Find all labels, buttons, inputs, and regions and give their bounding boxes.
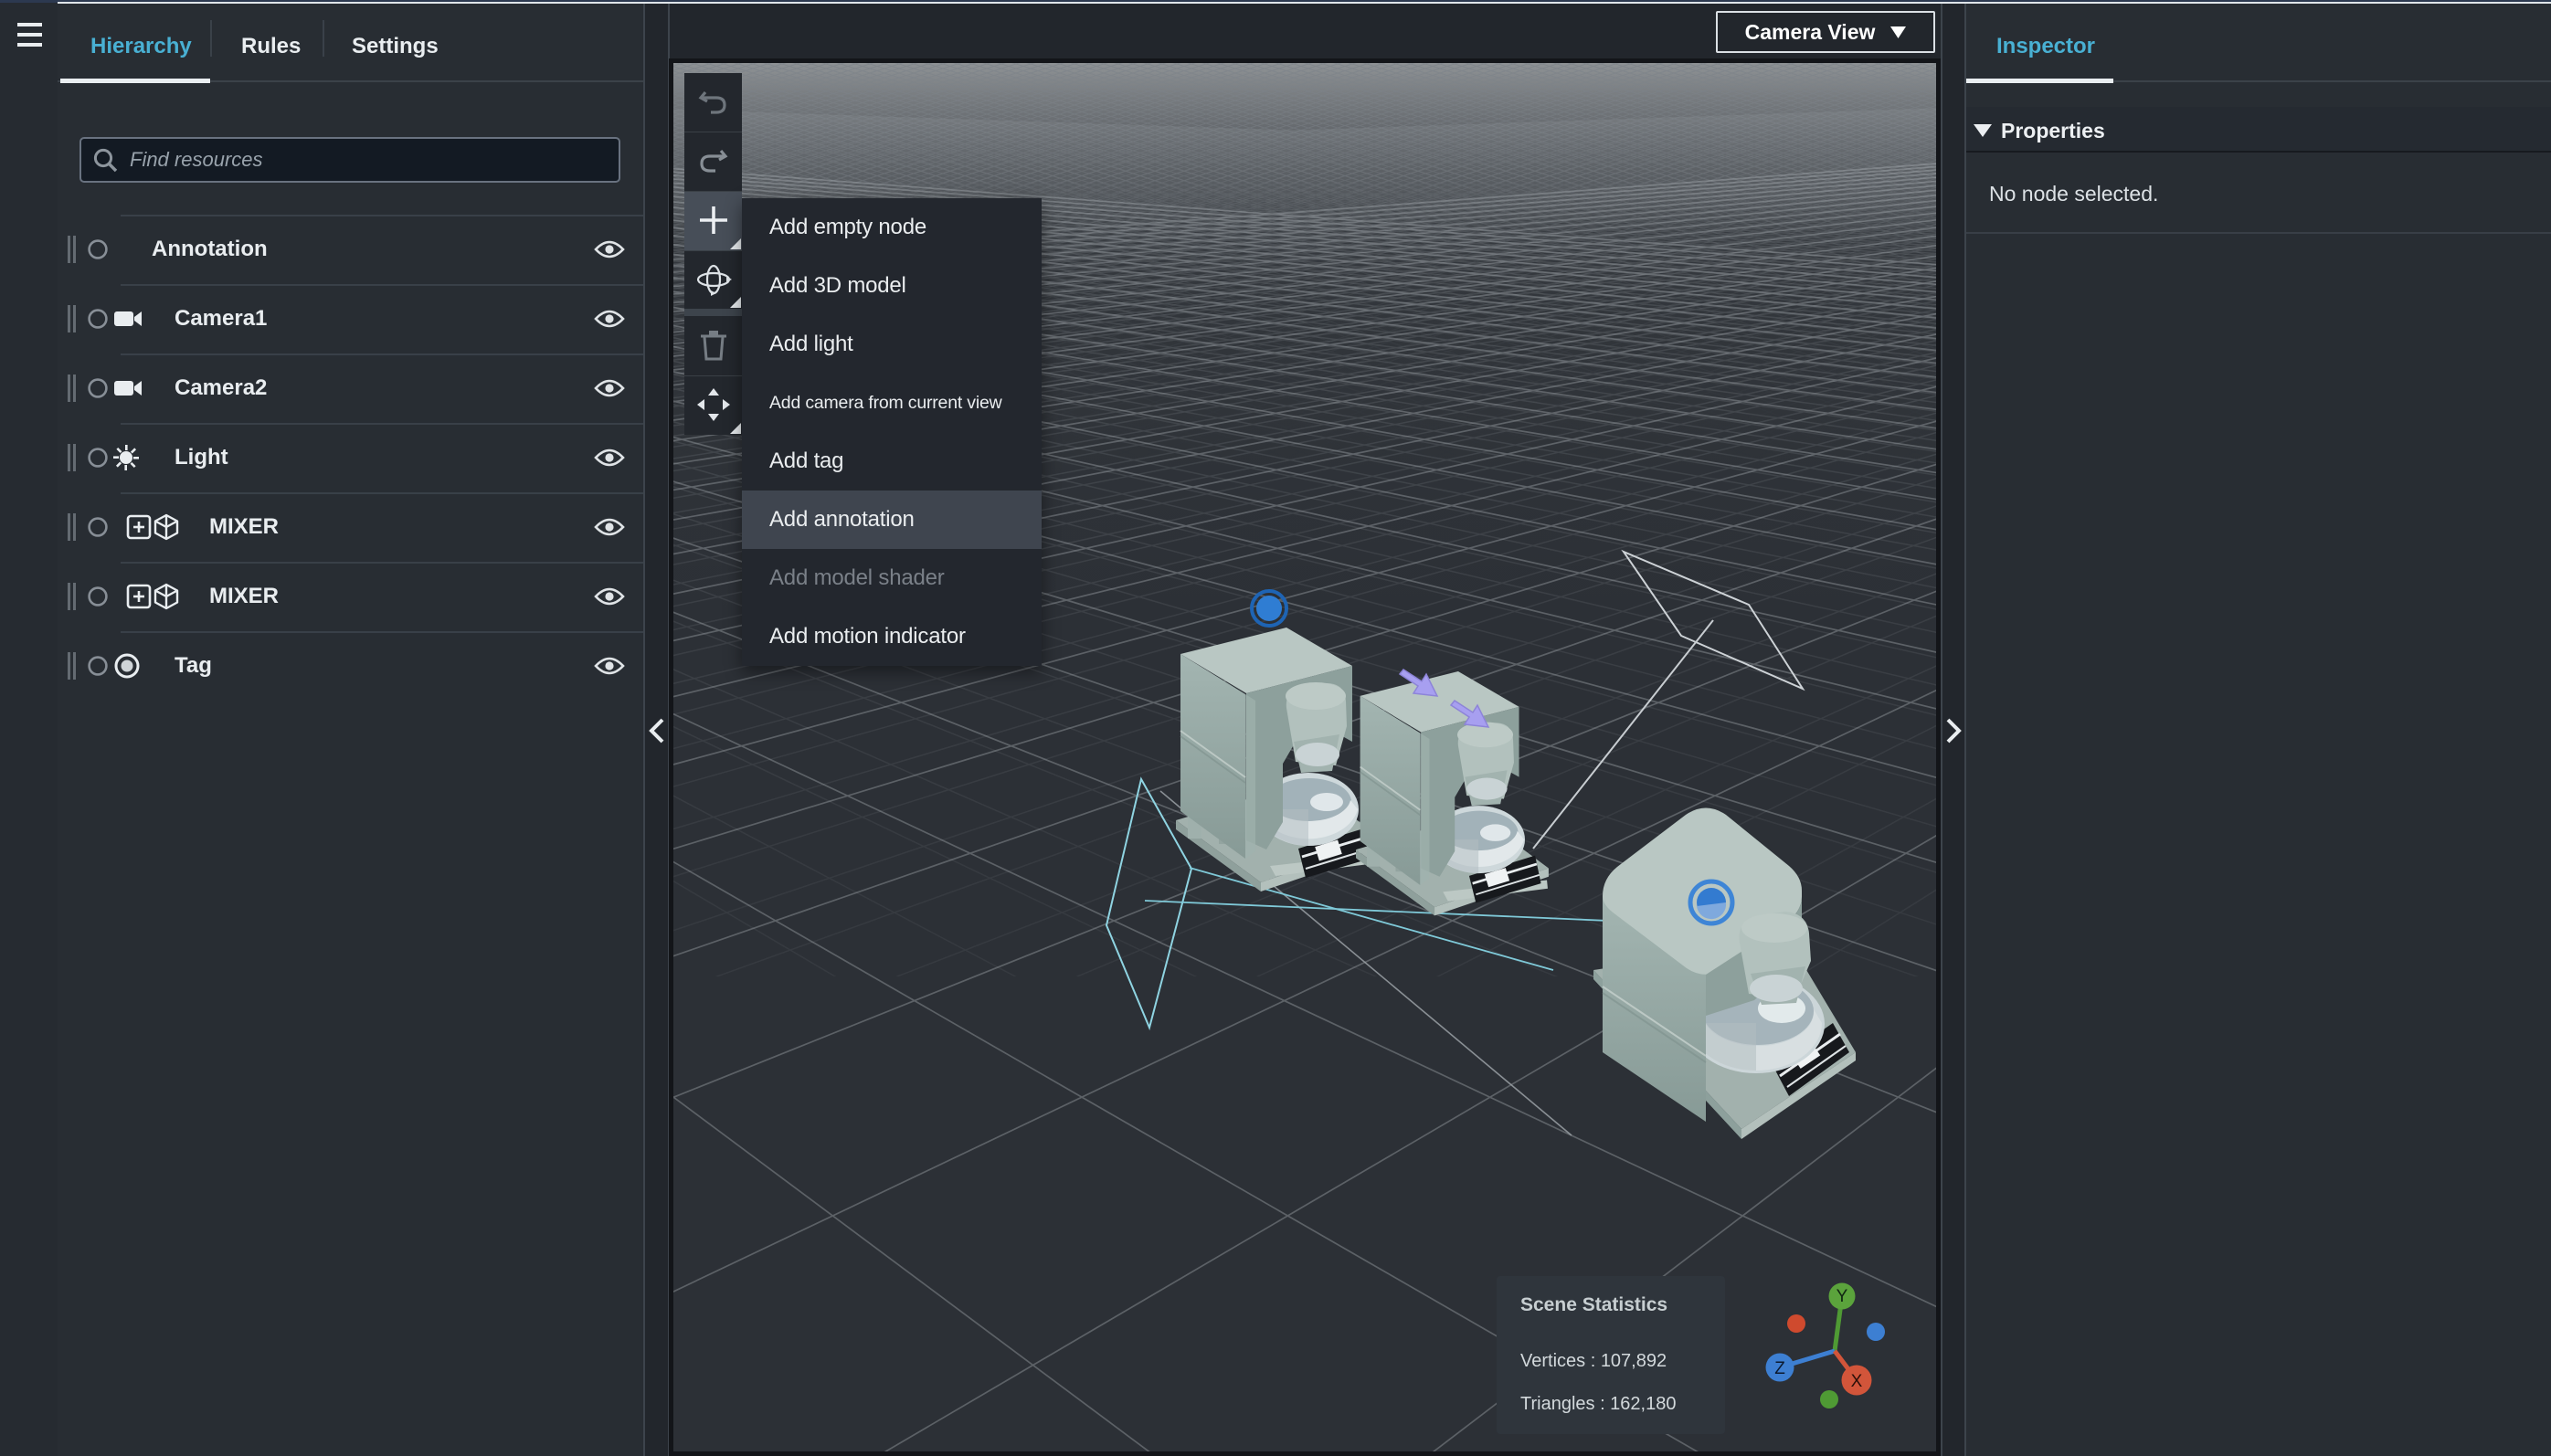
- svg-text:Z: Z: [1774, 1359, 1785, 1378]
- svg-text:Y: Y: [1837, 1287, 1848, 1306]
- svg-text:X: X: [1851, 1372, 1863, 1391]
